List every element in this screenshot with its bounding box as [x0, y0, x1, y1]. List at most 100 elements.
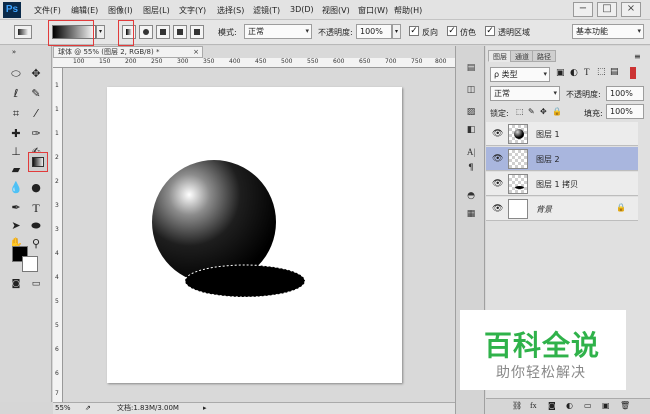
clone-stamp-icon[interactable]: ⊥ — [8, 144, 24, 160]
pen-icon[interactable]: ✒ — [8, 200, 24, 216]
lasso-icon[interactable]: ℓ — [8, 86, 24, 102]
panel-menu-icon[interactable]: ≡ — [634, 52, 641, 61]
visibility-eye-icon[interactable]: 👁 — [492, 129, 503, 139]
character-panel-icon[interactable]: A| — [462, 144, 480, 160]
tab-layers[interactable]: 图层 — [488, 50, 512, 62]
brush-icon[interactable]: ✑ — [28, 126, 44, 142]
link-layers-icon[interactable]: ⛓ — [512, 401, 522, 410]
path-selection-icon[interactable]: ➤ — [8, 218, 24, 234]
crop-icon[interactable]: ⌗ — [8, 106, 24, 122]
close-button[interactable]: × — [621, 2, 641, 17]
status-menu-icon[interactable]: ▸ — [203, 403, 207, 414]
lock-all-icon[interactable]: 🔒 — [552, 107, 562, 116]
filter-smart-icon[interactable]: ▤ — [610, 67, 619, 77]
document-info[interactable]: 文档:1.83M/3.00M — [117, 403, 179, 414]
blur-icon[interactable]: 💧 — [8, 180, 24, 196]
quick-mask-icon[interactable]: ◙ — [8, 276, 24, 292]
lock-position-icon[interactable]: ✥ — [540, 107, 547, 116]
properties-panel-icon[interactable]: ◫ — [462, 82, 480, 98]
visibility-eye-icon[interactable]: 👁 — [492, 154, 503, 164]
eraser-icon[interactable]: ▰ — [8, 162, 24, 178]
layers-footer: ⛓ fx ◙ ◐ ▭ ▣ 🗑 — [486, 398, 650, 414]
tab-paths[interactable]: 路径 — [532, 50, 556, 62]
opacity-dropdown[interactable]: ▾ — [392, 24, 401, 39]
mode-select[interactable]: 正常 ▾ — [244, 24, 312, 39]
menu-edit[interactable]: 编辑(E) — [71, 5, 98, 16]
adjustment-layer-icon[interactable]: ◐ — [566, 401, 573, 410]
type-icon[interactable]: T — [28, 200, 44, 216]
lock-transparent-icon[interactable]: ⬚ — [516, 107, 524, 116]
lock-image-icon[interactable]: ✎ — [528, 107, 535, 116]
ellipse-shape-icon[interactable]: ⬬ — [28, 218, 44, 234]
menu-view[interactable]: 视图(V) — [322, 5, 350, 16]
minimize-button[interactable]: − — [573, 2, 593, 17]
new-group-icon[interactable]: ▭ — [584, 401, 592, 410]
marquee-icon[interactable]: ⬭ — [8, 66, 24, 82]
dodge-icon[interactable]: ● — [28, 180, 44, 196]
filter-shape-icon[interactable]: ⬚ — [597, 67, 606, 77]
swatches-panel-icon[interactable]: ▦ — [462, 206, 480, 222]
filter-pixel-icon[interactable]: ▣ — [556, 68, 565, 78]
filter-toggle[interactable] — [630, 67, 636, 79]
blend-mode-select[interactable]: 正常 ▾ — [490, 86, 560, 101]
reverse-checkbox[interactable]: ✓ — [409, 26, 419, 36]
menu-help[interactable]: 帮助(H) — [394, 5, 422, 16]
paragraph-panel-icon[interactable]: ¶ — [462, 160, 480, 176]
new-layer-icon[interactable]: ▣ — [602, 401, 610, 410]
document-tab[interactable]: 球体 @ 55% (图层 2, RGB/8) * × — [53, 46, 203, 58]
background-color-swatch[interactable] — [22, 256, 38, 272]
menu-type[interactable]: 文字(Y) — [179, 5, 206, 16]
dither-checkbox[interactable]: ✓ — [447, 26, 457, 36]
menu-file[interactable]: 文件(F) — [34, 5, 61, 16]
layer-name: 图层 1 — [536, 130, 560, 139]
gradient-picker-dropdown[interactable]: ▾ — [96, 25, 105, 39]
info-panel-icon[interactable]: ◧ — [462, 122, 480, 138]
gradient-tool-button[interactable] — [28, 152, 48, 172]
visibility-eye-icon[interactable]: 👁 — [492, 179, 503, 189]
menu-window[interactable]: 窗口(W) — [358, 5, 388, 16]
menu-select[interactable]: 选择(S) — [217, 5, 244, 16]
angle-gradient-button[interactable] — [156, 25, 170, 39]
layer-row[interactable]: 👁 背景 🔒 — [486, 197, 638, 221]
layer-row[interactable]: 👁 图层 1 — [486, 122, 638, 146]
filter-type-icon[interactable]: T — [584, 67, 590, 77]
menu-filter[interactable]: 滤镜(T) — [253, 5, 280, 16]
restore-button[interactable]: □ — [597, 2, 617, 17]
menu-3d[interactable]: 3D(D) — [290, 5, 314, 14]
menu-image[interactable]: 图像(I) — [108, 5, 133, 16]
opacity-input[interactable]: 100% — [356, 24, 392, 39]
delete-layer-icon[interactable]: 🗑 — [620, 401, 630, 410]
visibility-eye-icon[interactable]: 👁 — [492, 204, 503, 214]
ruler-tick: 1 — [55, 106, 59, 113]
close-icon[interactable]: × — [193, 47, 199, 57]
layer-row[interactable]: 👁 图层 1 拷贝 — [486, 172, 638, 196]
zoom-icon[interactable]: ⚲ — [28, 236, 44, 252]
layer-filter-select[interactable]: ρ 类型 ▾ — [490, 67, 550, 82]
quick-selection-icon[interactable]: ✎ — [28, 86, 44, 102]
menu-layer[interactable]: 图层(L) — [143, 5, 170, 16]
adjustments-panel-icon[interactable]: ▨ — [462, 104, 480, 120]
healing-brush-icon[interactable]: ✚ — [8, 126, 24, 142]
transparency-checkbox[interactable]: ✓ — [485, 26, 495, 36]
image-canvas[interactable] — [107, 87, 402, 383]
layer-row-selected[interactable]: 👁 图层 2 — [486, 147, 638, 171]
gradient-tool-preset-icon[interactable] — [14, 25, 32, 39]
workspace-select[interactable]: 基本功能 ▾ — [572, 24, 644, 39]
filter-adjustment-icon[interactable]: ◐ — [570, 68, 578, 78]
layer-style-icon[interactable]: fx — [530, 401, 537, 410]
toolbox-collapse-icon[interactable]: » — [6, 48, 22, 64]
radial-gradient-button[interactable] — [139, 25, 153, 39]
history-panel-icon[interactable]: ▤ — [462, 60, 480, 76]
3d-panel-icon[interactable]: ◓ — [462, 188, 480, 204]
diamond-gradient-button[interactable] — [190, 25, 204, 39]
zoom-level[interactable]: 55% — [55, 403, 71, 414]
layer-opacity-input[interactable]: 100% — [606, 86, 644, 101]
fill-input[interactable]: 100% — [606, 104, 644, 119]
move-icon[interactable]: ✥ — [28, 66, 44, 82]
reflected-gradient-button[interactable] — [173, 25, 187, 39]
tab-channels[interactable]: 通道 — [510, 50, 534, 62]
screen-mode-icon[interactable]: ▭ — [28, 276, 44, 292]
export-icon[interactable]: ⇗ — [85, 403, 91, 414]
add-mask-icon[interactable]: ◙ — [548, 401, 556, 410]
eyedropper-icon[interactable]: ⁄ — [28, 106, 44, 122]
